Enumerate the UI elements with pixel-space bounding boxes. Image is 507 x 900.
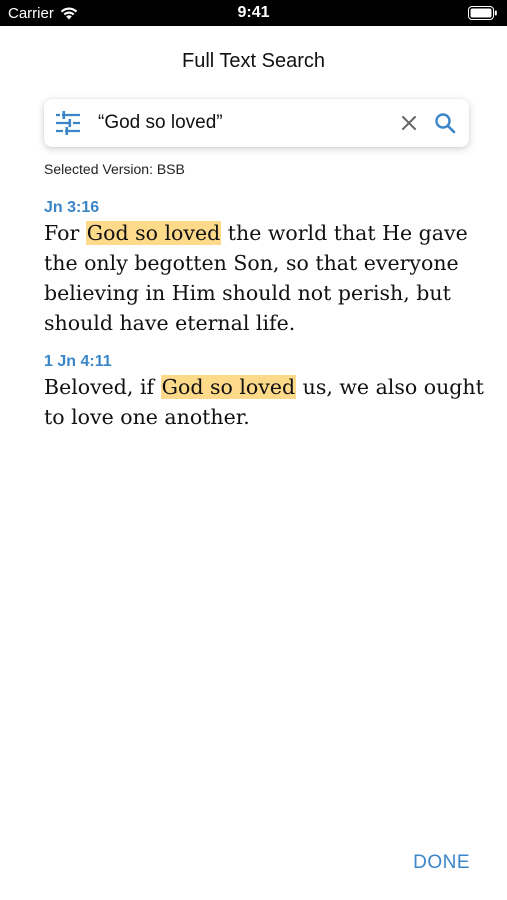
verse-reference: 1 Jn 4:11 — [44, 353, 112, 370]
verse-text-before: Beloved, if — [44, 375, 161, 399]
close-icon[interactable] — [399, 113, 419, 133]
search-input[interactable] — [98, 109, 388, 137]
search-match-highlight: God so loved — [85, 221, 222, 245]
selected-version-label: Selected Version: BSB — [44, 161, 185, 177]
verse-text: For God so loved the world that He gave … — [44, 218, 484, 338]
battery-icon — [468, 6, 497, 20]
search-icon[interactable] — [433, 111, 457, 135]
results-list: Jn 3:16 For God so loved the world that … — [44, 198, 484, 446]
verse-text: Beloved, if God so loved us, we also oug… — [44, 372, 484, 432]
status-time: 9:41 — [237, 4, 270, 21]
done-button[interactable]: DONE — [413, 852, 470, 874]
search-match-highlight: God so loved — [160, 375, 297, 399]
result-item[interactable]: Jn 3:16 For God so loved the world that … — [44, 198, 484, 338]
sliders-icon[interactable] — [55, 111, 81, 135]
page-title: Full Text Search — [181, 50, 326, 72]
verse-text-before: For — [44, 221, 86, 245]
status-bar: Carrier 9:41 — [0, 0, 507, 26]
verse-reference: Jn 3:16 — [44, 199, 100, 216]
result-item[interactable]: 1 Jn 4:11 Beloved, if God so loved us, w… — [44, 352, 484, 432]
search-bar — [44, 99, 469, 147]
